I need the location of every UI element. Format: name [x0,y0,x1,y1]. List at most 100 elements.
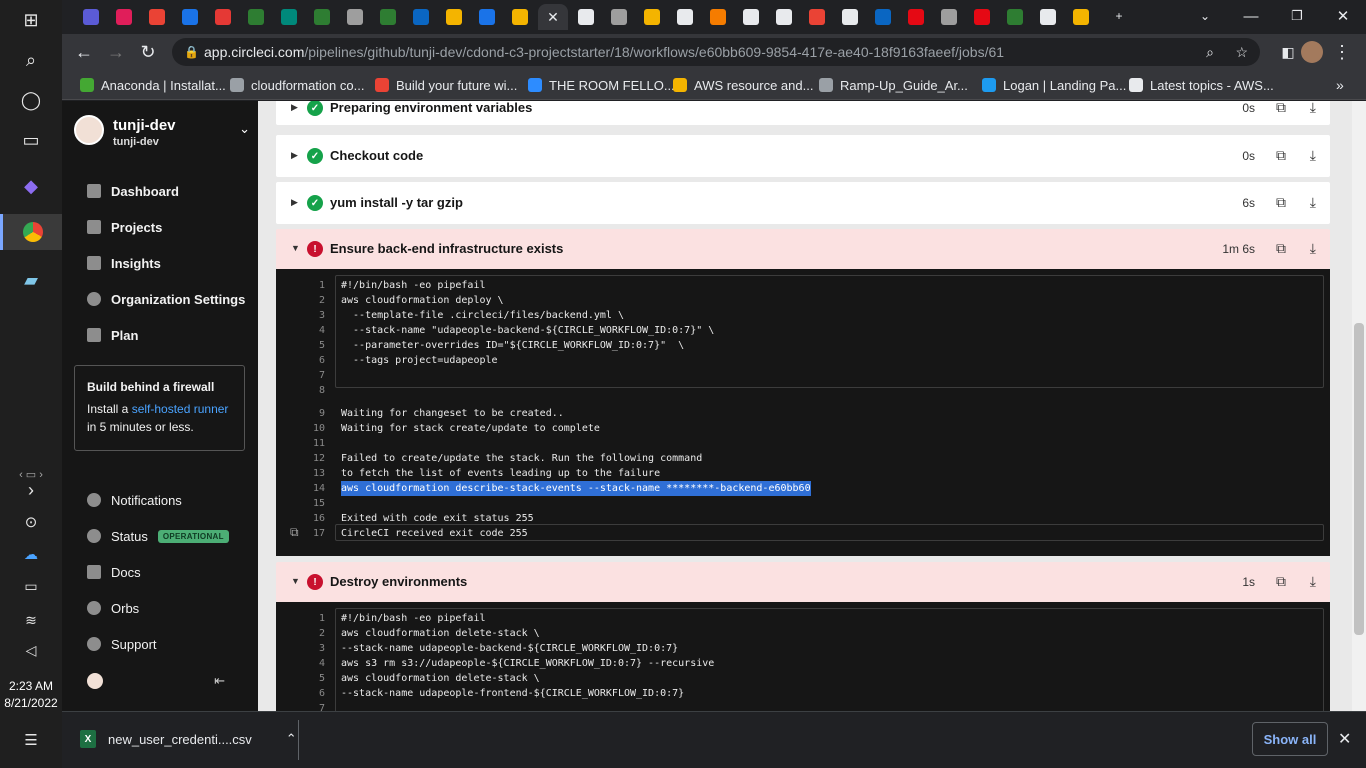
obsidian-icon[interactable]: ◆ [0,168,62,204]
search-icon[interactable]: ⌕ [0,42,62,78]
browser-tab[interactable] [670,4,700,30]
sidebar-item-support[interactable]: Support [87,634,157,654]
close-icon[interactable]: ✕ [1338,729,1351,749]
browser-tab[interactable] [901,4,931,30]
close-window-icon[interactable]: ✕ [1320,0,1366,32]
browser-tab[interactable] [142,4,172,30]
browser-tab[interactable] [868,4,898,30]
browser-tab[interactable] [571,4,601,30]
chrome-icon[interactable] [0,214,62,250]
notes-app-icon[interactable]: ▰ [0,262,62,298]
minimize-icon[interactable]: — [1228,0,1274,32]
browser-tab[interactable] [208,4,238,30]
scrollbar-thumb[interactable] [1354,323,1364,635]
cortana-icon[interactable]: ◯ [0,82,62,118]
browser-tab[interactable] [1033,4,1063,30]
browser-tab[interactable] [1066,4,1096,30]
browser-tab[interactable] [307,4,337,30]
new-tab-icon[interactable]: + [1104,0,1134,32]
download-icon[interactable]: ⤓ [1310,573,1316,590]
browser-tab[interactable] [736,4,766,30]
step-header[interactable]: ▼! Destroy environments 1s ⧉ ⤓ [276,562,1330,602]
browser-tab[interactable] [373,4,403,30]
caret-down-icon[interactable]: ▼ [291,243,300,253]
close-tab-icon[interactable]: ✕ [545,9,561,25]
external-link-icon[interactable]: ⧉ [1276,101,1286,116]
browser-tab[interactable] [703,4,733,30]
browser-tab[interactable] [1000,4,1030,30]
active-tab[interactable]: ✕ [538,4,568,30]
browser-tab[interactable] [241,4,271,30]
download-icon[interactable]: ⤓ [1310,240,1316,257]
download-item[interactable]: X new_user_credenti....csv ⌃ [80,730,297,748]
step-header[interactable]: ▶ ✓ Preparing environment variables 0s ⧉ ⤓ [276,101,1330,125]
notification-center-icon[interactable]: ☰ [0,722,62,758]
profile-avatar[interactable] [1298,38,1326,66]
download-icon[interactable]: ⤓ [1310,147,1316,164]
battery-icon[interactable]: ▭ [0,568,62,604]
zoom-icon[interactable]: ⌕ [1206,38,1214,66]
sidebar-item-docs[interactable]: Docs [87,562,141,582]
chrome-menu-icon[interactable]: ⋮ [1328,38,1356,66]
bookmark-item[interactable]: Build your future wi... [375,70,517,100]
browser-tab[interactable] [406,4,436,30]
bookmark-item[interactable]: Logan | Landing Pa... [982,70,1126,100]
bookmark-item[interactable]: Ramp-Up_Guide_Ar... [819,70,968,100]
browser-tab[interactable] [505,4,535,30]
sidebar-item-insights[interactable]: Insights [87,253,161,273]
browser-tab[interactable] [76,4,106,30]
show-all-button[interactable]: Show all [1252,722,1328,756]
bookmark-star-icon[interactable]: ☆ [1235,38,1248,66]
self-hosted-runner-link[interactable]: self-hosted runner [132,402,229,416]
address-bar[interactable]: 🔒 app.circleci.com/pipelines/github/tunj… [172,38,1260,66]
browser-tab[interactable] [604,4,634,30]
browser-tab[interactable] [439,4,469,30]
browser-tab[interactable] [340,4,370,30]
browser-tab[interactable] [109,4,139,30]
browser-tab[interactable] [769,4,799,30]
browser-tab[interactable] [802,4,832,30]
chevron-right-icon[interactable]: › [0,472,62,508]
download-icon[interactable]: ⤓ [1310,101,1316,116]
step-header[interactable]: ▶ ✓ yum install -y tar gzip 6s ⧉ ⤓ [276,182,1330,224]
bookmark-item[interactable]: THE ROOM FELLO... [528,70,675,100]
step-header[interactable]: ▼! Ensure back-end infrastructure exists 1… [276,229,1330,269]
sidebar-item-status[interactable]: Status OPERATIONAL [87,526,229,546]
browser-tab[interactable] [835,4,865,30]
task-view-icon[interactable]: ▭ [0,122,62,158]
page-scrollbar[interactable] [1352,101,1366,711]
more-bookmarks-icon[interactable]: » [1336,70,1344,100]
caret-right-icon[interactable]: ▶ [291,197,298,208]
copy-icon[interactable]: ⧉ [290,525,299,540]
external-link-icon[interactable]: ⧉ [1276,240,1286,257]
windows-start-icon[interactable]: ⊞ [0,2,62,38]
browser-tab[interactable] [472,4,502,30]
org-switcher[interactable]: tunji-dev tunji-dev ⌄ [74,115,250,151]
external-link-icon[interactable]: ⧉ [1276,573,1286,590]
meet-now-icon[interactable]: ⊙ [0,504,62,540]
download-icon[interactable]: ⤓ [1310,194,1316,211]
bookmark-item[interactable]: AWS resource and... [673,70,813,100]
external-link-icon[interactable]: ⧉ [1276,194,1286,211]
bookmark-item[interactable]: Latest topics - AWS... [1129,70,1274,100]
external-link-icon[interactable]: ⧉ [1276,147,1286,164]
restore-icon[interactable]: ❐ [1274,0,1320,32]
sidebar-item-dashboard[interactable]: Dashboard [87,181,179,201]
reload-icon[interactable]: ↻ [134,38,162,66]
browser-tab[interactable] [175,4,205,30]
sidebar-item-projects[interactable]: Projects [87,217,162,237]
caret-right-icon[interactable]: ▶ [291,150,298,161]
volume-icon[interactable]: ◁ [0,632,62,668]
caret-down-icon[interactable]: ▼ [291,576,300,586]
bookmark-item[interactable]: Anaconda | Installat... [80,70,226,100]
user-avatar[interactable] [87,673,103,689]
onedrive-icon[interactable]: ☁ [0,536,62,572]
sidebar-item-orbs[interactable]: Orbs [87,598,139,618]
bookmark-item[interactable]: cloudformation co... [230,70,364,100]
chevron-up-icon[interactable]: ⌃ [286,731,297,747]
back-icon[interactable]: ← [70,38,98,66]
browser-tab[interactable] [967,4,997,30]
tab-search-chevron-icon[interactable]: ⌄ [1182,0,1228,32]
sidebar-item-org-settings[interactable]: Organization Settings [87,289,245,309]
collapse-sidebar-icon[interactable]: ⇤ [214,673,225,689]
